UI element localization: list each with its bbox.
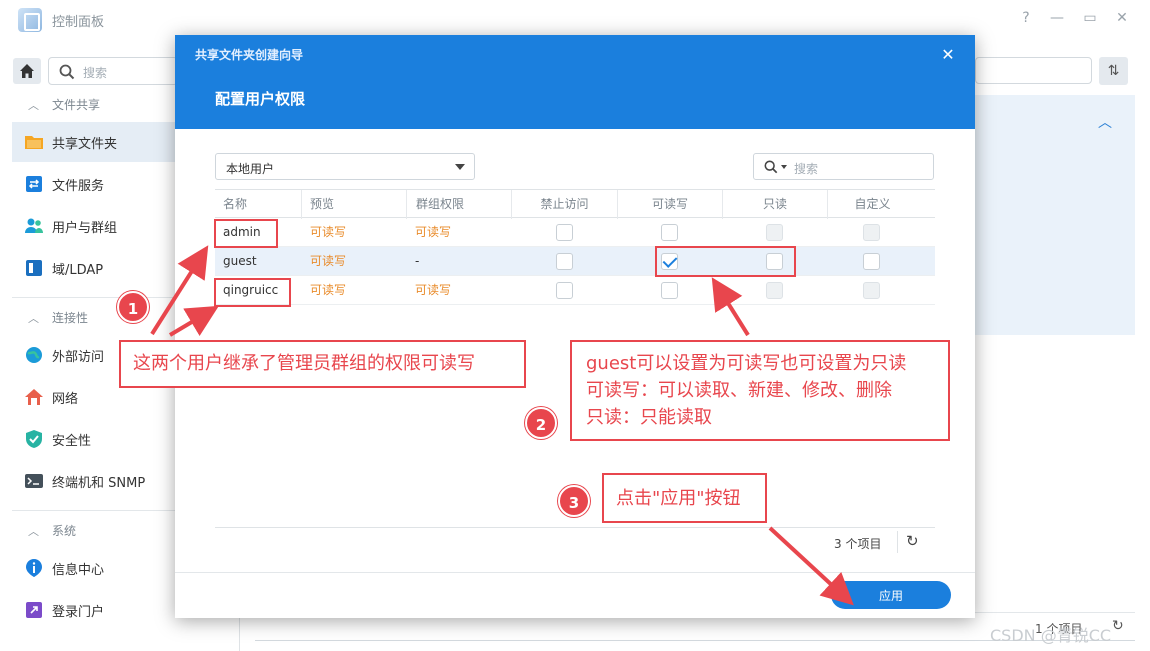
table-header: 名称 预览 群组权限 禁止访问 可读写 只读 自定义 [215,189,935,219]
group-permission: - [415,254,420,268]
item-count: 3 个项目 [834,537,882,551]
preview-permission: 可读写 [310,254,347,268]
column-header-preview[interactable]: 预览 [301,190,406,219]
section-system[interactable]: ︿ 系统 [28,522,76,539]
title-bar: 控制面板 ? — ▭ ✕ [0,0,1150,40]
highlight-admin [214,219,278,248]
divider [975,612,1135,613]
refresh-icon[interactable]: ↻ [906,532,919,550]
home-icon [20,64,34,78]
portal-icon [26,602,42,618]
user-type-value: 本地用户 [226,162,275,176]
list-search-input[interactable] [975,57,1092,84]
close-window-icon[interactable]: ✕ [1113,10,1131,26]
preview-permission: 可读写 [310,225,347,239]
column-header-custom[interactable]: 自定义 [827,190,917,219]
collapse-icon: ︿ [28,312,39,325]
background-refresh-icon[interactable]: ↻ [1112,618,1124,634]
home-button[interactable] [13,58,41,84]
permission-search-input[interactable]: 搜索 [753,153,934,180]
deny-checkbox[interactable] [556,253,573,270]
user-name: guest [223,254,257,268]
column-header-group-permission[interactable]: 群组权限 [406,190,511,219]
globe-icon [26,347,42,363]
domain-icon [26,260,42,276]
column-header-name[interactable]: 名称 [223,190,301,219]
read-only-checkbox[interactable] [766,224,783,241]
section-connectivity[interactable]: ︿ 连接性 [28,309,88,326]
collapse-icon: ︿ [28,525,39,538]
annotation-2-line-3: 只读：只能读取 [586,407,712,428]
group-permission: 可读写 [415,283,452,297]
network-icon [25,389,43,405]
table-row[interactable]: qingruicc 可读写 可读写 [215,276,935,305]
help-icon[interactable]: ? [1017,10,1035,26]
wizard-header: 共享文件夹创建向导 配置用户权限 ✕ [175,35,975,129]
group-permission: 可读写 [415,225,452,239]
step-title: 配置用户权限 [215,90,306,108]
table-row[interactable]: admin 可读写 可读写 [215,218,935,247]
search-icon [764,160,778,174]
annotation-3-number: 3 [558,485,590,517]
custom-checkbox[interactable] [863,253,880,270]
annotation-note-1: 这两个用户继承了管理员群组的权限可读写 [119,340,526,388]
read-write-checkbox[interactable] [661,224,678,241]
file-services-icon [26,176,42,192]
sort-icon[interactable]: ⇅ [1099,57,1128,85]
read-write-checkbox[interactable] [661,282,678,299]
preview-permission: 可读写 [310,283,347,297]
folder-share-icon [25,136,43,149]
sidebar-search-input[interactable]: 搜索 [48,57,178,85]
custom-checkbox[interactable] [863,282,880,299]
deny-checkbox[interactable] [556,224,573,241]
table-row[interactable]: guest 可读写 - [215,247,935,276]
search-placeholder: 搜索 [794,162,819,176]
custom-checkbox[interactable] [863,224,880,241]
users-icon [25,218,43,233]
annotation-1-text: 这两个用户继承了管理员群组的权限可读写 [133,353,475,374]
highlight-guest-checkboxes [655,246,796,277]
maximize-icon[interactable]: ▭ [1081,10,1099,26]
collapse-icon: ︿ [28,99,39,112]
info-icon [26,559,42,577]
divider [215,527,935,528]
chevron-up-icon[interactable]: ︿ [1098,112,1112,132]
chevron-down-icon [455,164,465,170]
annotation-1-number: 1 [117,291,149,323]
annotation-3-text: 点击"应用"按钮 [616,488,741,509]
read-only-checkbox[interactable] [766,282,783,299]
divider [897,531,898,553]
annotation-note-2: guest可以设置为可读写也可设置为只读 可读写：可以读取、新建、修改、删除 只… [570,340,950,441]
search-icon [59,64,75,80]
app-title: 控制面板 [52,15,105,30]
deny-checkbox[interactable] [556,282,573,299]
column-header-read-write[interactable]: 可读写 [617,190,722,219]
annotation-2-line-2: 可读写：可以读取、新建、修改、删除 [586,380,892,401]
control-panel-logo-icon [18,8,42,32]
divider [175,572,975,573]
search-filter-caret-icon[interactable] [781,165,787,169]
search-placeholder: 搜索 [83,66,108,80]
close-icon[interactable]: ✕ [939,45,957,64]
watermark: CSDN @青锐CC [990,626,1112,645]
column-header-read-only[interactable]: 只读 [722,190,827,219]
annotation-2-line-1: guest可以设置为可读写也可设置为只读 [586,353,907,374]
section-file-sharing[interactable]: ︿ 文件共享 [28,96,100,113]
column-header-deny[interactable]: 禁止访问 [511,190,617,219]
shield-icon [26,430,42,448]
user-type-select[interactable]: 本地用户 [215,153,475,180]
terminal-icon [25,474,43,488]
apply-button[interactable]: 应用 [831,581,951,609]
shared-folder-wizard-dialog: 共享文件夹创建向导 配置用户权限 ✕ 本地用户 搜索 名称 预览 群组权限 禁止… [175,35,975,618]
annotation-2-number: 2 [525,407,557,439]
highlight-qingruicc [214,278,291,307]
wizard-title: 共享文件夹创建向导 [195,48,304,62]
minimize-icon[interactable]: — [1048,10,1066,26]
annotation-note-3: 点击"应用"按钮 [602,473,767,523]
